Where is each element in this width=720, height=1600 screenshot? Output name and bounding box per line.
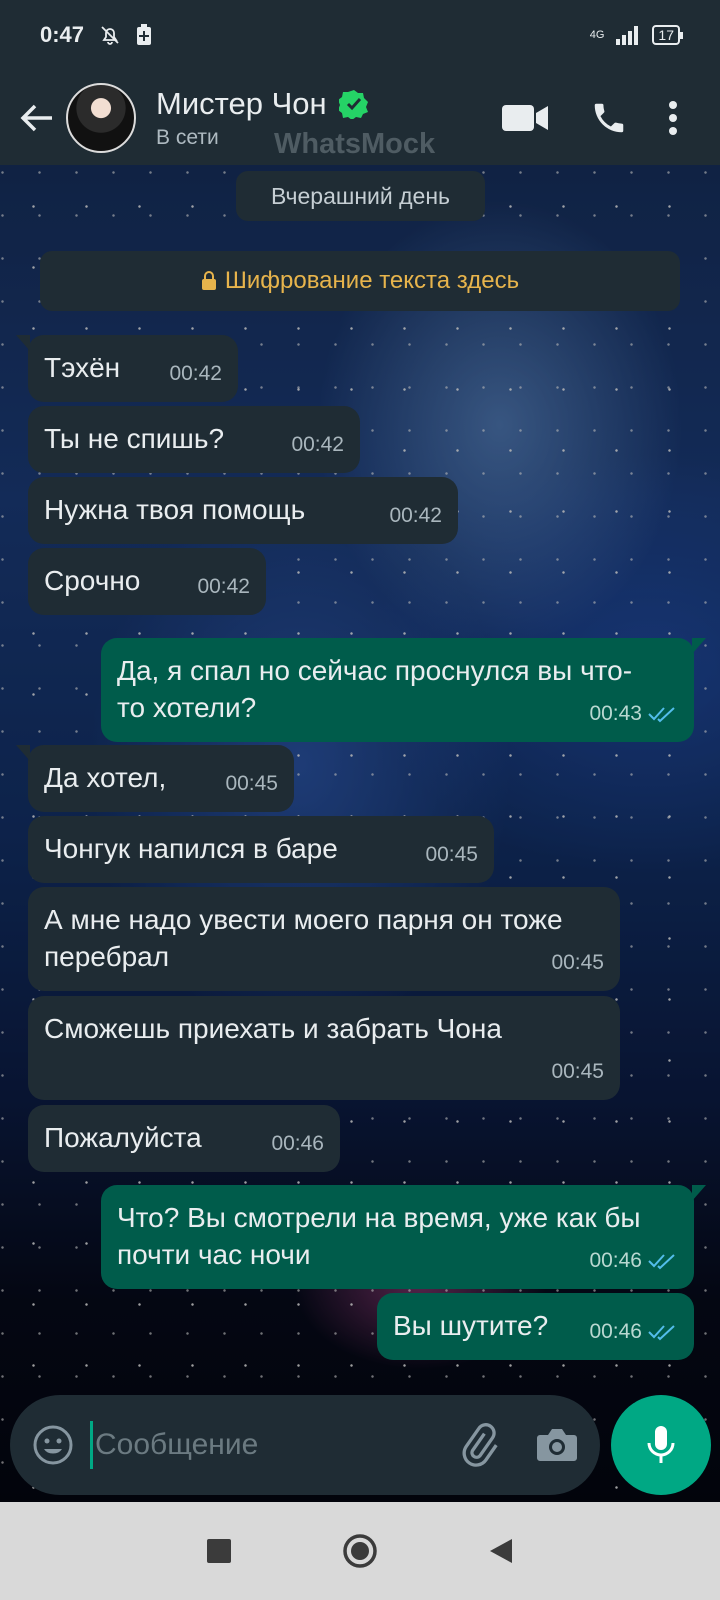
message-bubble[interactable]: Срочно 00:42 <box>28 548 266 615</box>
status-left: 0:47 <box>40 22 152 48</box>
arrow-left-icon <box>20 104 52 131</box>
double-check-icon <box>648 1253 675 1269</box>
message-time: 00:45 <box>425 843 478 866</box>
message-time: 00:42 <box>291 433 344 456</box>
verified-badge-icon <box>338 89 368 119</box>
message-meta: 00:42 <box>291 426 344 463</box>
message-time: 00:46 <box>271 1132 324 1155</box>
text-cursor <box>90 1421 93 1469</box>
message-bubble[interactable]: Что? Вы смотрели на время, уже как бы по… <box>101 1185 706 1289</box>
lock-icon <box>201 271 216 290</box>
message-bubble[interactable]: Да хотел, 00:45 <box>16 745 294 812</box>
message-bubble[interactable]: Чонгук напился в баре 00:45 <box>28 816 494 883</box>
message-meta: 00:45 <box>551 944 604 981</box>
status-bar: 0:47 4G 17 <box>0 0 720 70</box>
message-time: 00:43 <box>589 702 642 725</box>
message-text: Нужна твоя помощь <box>44 494 306 525</box>
message-time: 00:46 <box>589 1249 642 1272</box>
chat-area[interactable]: Вчерашний день Шифрование текста здесь Т… <box>0 165 720 1502</box>
message-meta: 00:45 <box>425 836 478 873</box>
date-separator: Вчерашний день <box>236 171 485 221</box>
message-input-bar: Сообщение <box>10 1395 600 1495</box>
bell-off-icon <box>101 26 119 45</box>
message-text: А мне надо увести моего парня он тоже пе… <box>44 904 563 972</box>
nav-home-icon[interactable] <box>342 1533 378 1569</box>
battery-saver-icon <box>137 24 152 45</box>
message-time: 00:42 <box>389 504 442 527</box>
nav-back-icon[interactable] <box>488 1537 514 1565</box>
network-type: 4G <box>589 29 605 41</box>
message-bubble[interactable]: Ты не спишь? 00:42 <box>28 406 360 473</box>
message-time: 00:46 <box>589 1320 642 1343</box>
encryption-notice[interactable]: Шифрование текста здесь <box>40 251 680 311</box>
contact-name: Мистер Чон <box>156 85 327 121</box>
video-call-icon[interactable] <box>502 103 550 133</box>
message-meta: 00:46 <box>589 1242 678 1279</box>
mic-button[interactable] <box>611 1395 711 1495</box>
battery-level: 17 <box>658 27 674 43</box>
double-check-icon <box>648 706 675 722</box>
input-actions <box>456 1423 578 1467</box>
message-bubble[interactable]: Пожалуйста 00:46 <box>28 1105 340 1172</box>
signal-icon <box>616 26 639 45</box>
message-bubble[interactable]: А мне надо увести моего парня он тоже пе… <box>28 887 620 991</box>
message-meta: 00:45 <box>551 1053 604 1090</box>
header-actions <box>502 99 678 137</box>
message-bubble[interactable]: Сможешь приехать и забрать Чона 00:45 <box>28 996 620 1100</box>
message-time: 00:42 <box>197 575 250 598</box>
status-right: 4G 17 <box>589 25 683 45</box>
message-text: Чонгук напился в баре <box>44 833 338 864</box>
message-meta: 00:42 <box>169 355 222 392</box>
message-bubble[interactable]: Нужна твоя помощь 00:42 <box>28 477 458 544</box>
message-meta: 00:42 <box>389 497 442 534</box>
message-text: Да, я спал но сейчас проснулся вы что-то… <box>117 655 633 723</box>
date-label: Вчерашний день <box>270 182 451 209</box>
message-input[interactable]: Сообщение <box>95 1428 258 1462</box>
message-meta: 00:42 <box>197 568 250 605</box>
double-check-icon <box>648 1324 675 1340</box>
message-bubble[interactable]: Да, я спал но сейчас проснулся вы что-то… <box>101 638 706 742</box>
contact-name-row: Мистер Чон <box>156 86 369 122</box>
mic-icon <box>647 1426 675 1463</box>
attach-icon[interactable] <box>456 1423 500 1467</box>
camera-icon[interactable] <box>536 1427 578 1463</box>
more-vert-icon[interactable] <box>668 100 678 135</box>
message-time: 00:45 <box>225 772 278 795</box>
watermark: WhatsMock <box>274 128 436 160</box>
message-bubble[interactable]: Тэхён 00:42 <box>16 335 238 402</box>
emoji-icon[interactable] <box>32 1424 74 1466</box>
back-button[interactable] <box>8 103 66 133</box>
message-meta: 00:46 <box>271 1125 324 1162</box>
message-time: 00:42 <box>169 362 222 385</box>
phone-icon[interactable] <box>590 99 628 137</box>
status-time: 0:47 <box>40 22 85 47</box>
encryption-text: Шифрование текста здесь <box>224 267 520 294</box>
message-time: 00:45 <box>551 951 604 974</box>
message-meta: 00:43 <box>589 695 678 732</box>
system-nav-bar <box>0 1502 720 1600</box>
message-text: Сможешь приехать и забрать Чона <box>44 1013 502 1044</box>
message-time: 00:45 <box>551 1060 604 1083</box>
nav-recents-icon[interactable] <box>206 1538 232 1564</box>
message-meta: 00:45 <box>225 765 278 802</box>
message-bubble[interactable]: Вы шутите? 00:46 <box>377 1293 694 1360</box>
message-meta: 00:46 <box>589 1313 678 1350</box>
battery-indicator: 17 <box>652 25 683 45</box>
avatar[interactable] <box>66 82 136 153</box>
